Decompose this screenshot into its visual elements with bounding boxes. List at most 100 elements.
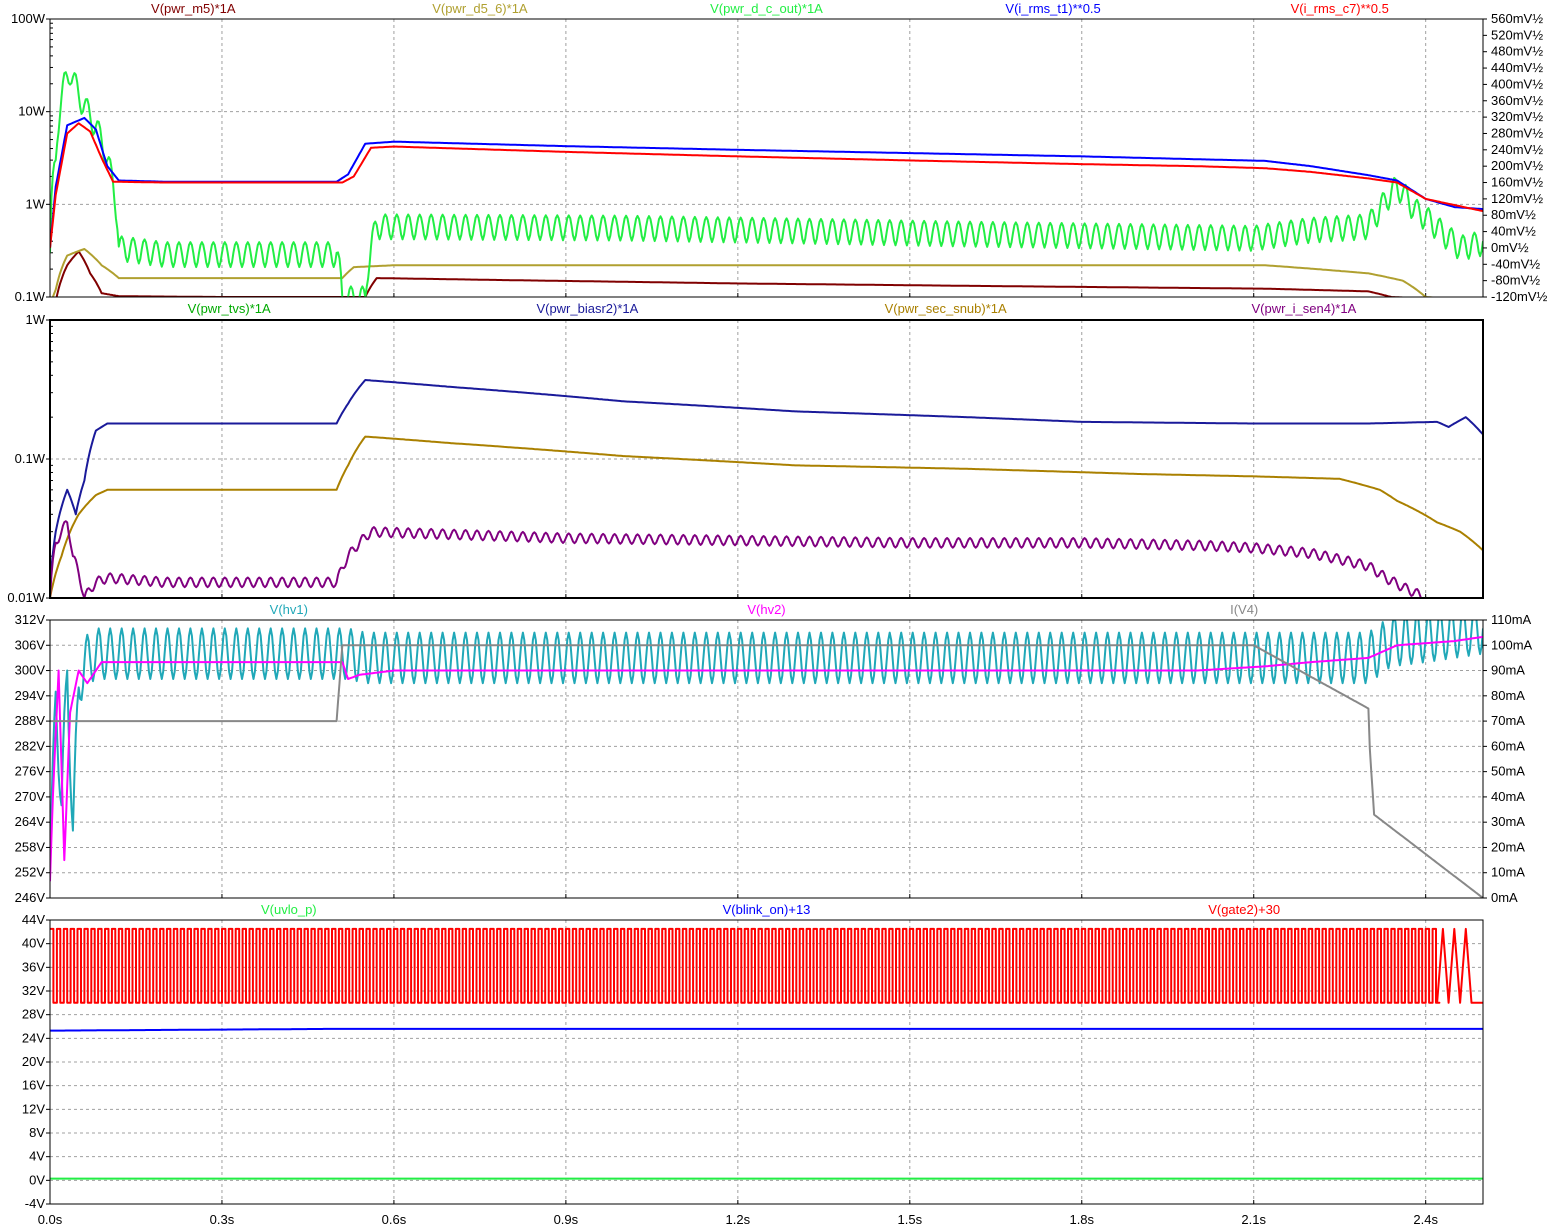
left-tick-label: 0.1W [15, 451, 46, 466]
x-tick-label: 2.1s [1241, 1212, 1266, 1227]
right-tick-label: 0mA [1491, 890, 1518, 905]
left-tick-label: -4V [25, 1196, 46, 1211]
right-tick-label: 110mA [1491, 612, 1532, 627]
right-tick-label: 240mV½ [1491, 142, 1543, 157]
left-tick-label: 10W [18, 104, 45, 119]
right-tick-label: 120mV½ [1491, 191, 1543, 206]
left-tick-label: 44V [22, 912, 45, 927]
left-tick-label: 0V [29, 1172, 45, 1187]
right-tick-label: 440mV½ [1491, 60, 1543, 75]
left-tick-label: 40V [22, 936, 45, 951]
legend-label: V(pwr_biasr2)*1A [536, 301, 638, 316]
left-tick-label: 276V [15, 764, 46, 779]
right-tick-label: 10mA [1491, 865, 1525, 880]
left-tick-label: 246V [15, 890, 46, 905]
legend-label: V(pwr_tvs)*1A [188, 301, 271, 316]
right-tick-label: 20mA [1491, 839, 1525, 854]
right-tick-label: 100mA [1491, 637, 1533, 652]
series-line [50, 1027, 1483, 1032]
x-tick-label: 1.8s [1069, 1212, 1094, 1227]
right-tick-label: -120mV½ [1491, 289, 1548, 304]
pane-1: 100W 10W 1W 0.1W 560mV½520mV½ 480mV½440mV½400… [11, 1, 1548, 304]
right-tick-label: 90mA [1491, 663, 1525, 678]
right-tick-label: 30mA [1491, 814, 1525, 829]
x-tick-label: 0.3s [210, 1212, 235, 1227]
series-group [50, 379, 1483, 598]
legend-label: V(gate2)+30 [1208, 902, 1280, 917]
x-tick-label: 0.6s [382, 1212, 407, 1227]
left-tick-label: 24V [22, 1030, 45, 1045]
pane-3: 312V 306V 300V 294V 288V 282V 276V 270V 264V 258V… [15, 602, 1533, 905]
right-tick-label: 400mV½ [1491, 76, 1543, 91]
legend-label: V(uvlo_p) [261, 902, 317, 917]
pane-4: 44V 40V 36V 32V 28V 24V 20V 16V 12V 8V 4V 0V -4V V(uv… [22, 902, 1484, 1211]
series-group [50, 71, 1483, 297]
right-tick-label: 160mV½ [1491, 175, 1543, 190]
left-tick-label: 36V [22, 959, 45, 974]
x-tick-label: 1.2s [726, 1212, 751, 1227]
pane-2: 1W 0.1W 0.01W V(pwr_tvs)*1A V(pwr_biasr2)*1A… [7, 301, 1484, 605]
left-tick-label: 264V [15, 814, 46, 829]
legend-label: V(pwr_d5_6)*1A [432, 1, 528, 16]
legend-label: V(pwr_m5)*1A [151, 1, 236, 16]
left-tick-label: 282V [15, 738, 46, 753]
right-tick-label: 360mV½ [1491, 93, 1543, 108]
left-tick-label: 312V [15, 612, 46, 627]
series-line [50, 435, 1483, 598]
series-line [50, 635, 1483, 882]
legend-label: V(blink_on)+13 [723, 902, 811, 917]
legend-label: V(pwr_sec_snub)*1A [885, 301, 1007, 316]
right-tick-label: 50mA [1491, 764, 1525, 779]
right-tick-label: 80mV½ [1491, 207, 1536, 222]
x-tick-label: 0.0s [38, 1212, 63, 1227]
left-tick-label: 306V [15, 637, 46, 652]
right-tick-label: 40mV½ [1491, 224, 1536, 239]
legend-label: V(hv2) [747, 602, 785, 617]
left-tick-label: 1W [26, 196, 46, 211]
series-line [50, 927, 1483, 1004]
right-tick-label: 560mV½ [1491, 11, 1543, 26]
right-tick-label: 200mV½ [1491, 158, 1543, 173]
x-tick-label: 0.9s [554, 1212, 579, 1227]
series-group [50, 927, 1483, 1180]
left-tick-label: 258V [15, 839, 46, 854]
right-tick-label: -80mV½ [1491, 273, 1540, 288]
right-tick-label: -40mV½ [1491, 256, 1540, 271]
legend-label: V(pwr_d_c_out)*1A [710, 1, 823, 16]
series-line [50, 71, 1483, 297]
left-tick-label: 294V [15, 688, 46, 703]
right-tick-label: 80mA [1491, 688, 1525, 703]
left-tick-label: 300V [15, 663, 46, 678]
left-tick-label: 20V [22, 1054, 45, 1069]
left-tick-label: 252V [15, 865, 46, 880]
left-tick-label: 8V [29, 1125, 45, 1140]
left-tick-label: 4V [29, 1149, 45, 1164]
left-tick-label: 28V [22, 1007, 45, 1022]
waveform-plot[interactable]: 100W 10W 1W 0.1W 560mV½520mV½ 480mV½440mV½400… [0, 0, 1559, 1230]
right-tick-label: 0mV½ [1491, 240, 1529, 255]
left-tick-label: 12V [22, 1101, 45, 1116]
legend-label: I(V4) [1230, 602, 1258, 617]
right-tick-label: 280mV½ [1491, 125, 1543, 140]
left-tick-label: 100W [11, 11, 46, 26]
left-tick-label: 32V [22, 983, 45, 998]
right-tick-label: 60mA [1491, 738, 1525, 753]
right-tick-label: 40mA [1491, 789, 1525, 804]
series-line [50, 379, 1483, 588]
left-tick-label: 0.1W [15, 289, 46, 304]
legend-label: V(i_rms_c7)**0.5 [1291, 1, 1389, 16]
left-tick-label: 288V [15, 713, 46, 728]
series-group [50, 620, 1483, 898]
x-tick-label: 1.5s [898, 1212, 923, 1227]
left-tick-label: 0.01W [7, 590, 45, 605]
x-tick-label: 2.4s [1413, 1212, 1438, 1227]
left-tick-label: 1W [26, 312, 46, 327]
left-tick-label: 270V [15, 789, 46, 804]
legend-label: V(hv1) [270, 602, 308, 617]
right-tick-label: 520mV½ [1491, 27, 1543, 42]
left-tick-label: 16V [22, 1078, 45, 1093]
legend-label: V(pwr_i_sen4)*1A [1251, 301, 1356, 316]
right-tick-label: 70mA [1491, 713, 1525, 728]
legend-label: V(i_rms_t1)**0.5 [1005, 1, 1100, 16]
right-tick-label: 480mV½ [1491, 44, 1543, 59]
